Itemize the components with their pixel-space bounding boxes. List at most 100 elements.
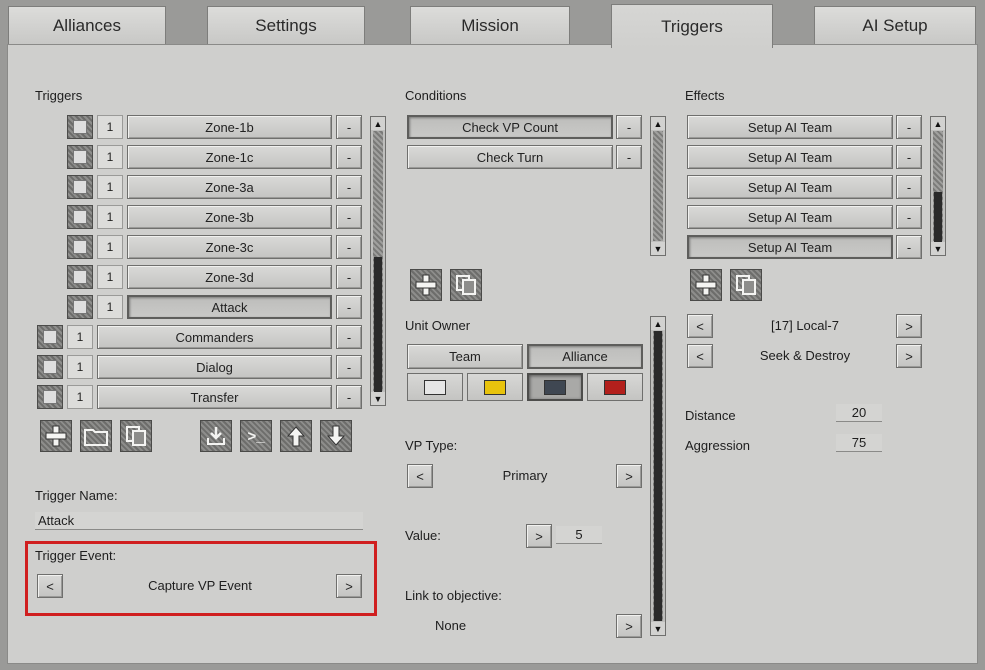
- effect-item[interactable]: Setup AI Team: [687, 235, 893, 259]
- trigger-repeat-count[interactable]: 1: [97, 115, 123, 139]
- remove-trigger-button[interactable]: -: [336, 175, 362, 199]
- remove-effect-button[interactable]: -: [896, 235, 922, 259]
- trigger-repeat-count[interactable]: 1: [97, 205, 123, 229]
- trigger-item[interactable]: Zone-3c: [127, 235, 332, 259]
- remove-effect-button[interactable]: -: [896, 205, 922, 229]
- trigger-repeat-count[interactable]: 1: [97, 265, 123, 289]
- link-objective-next-button[interactable]: >: [616, 614, 642, 638]
- add-trigger-button[interactable]: [40, 420, 72, 452]
- remove-effect-button[interactable]: -: [896, 175, 922, 199]
- console-button[interactable]: >_: [240, 420, 272, 452]
- scroll-down-icon[interactable]: ▼: [371, 392, 385, 405]
- owner-color-swatch[interactable]: [527, 373, 583, 401]
- condition-details-scrollbar[interactable]: ▲ ▼: [650, 316, 666, 636]
- remove-trigger-button[interactable]: -: [336, 115, 362, 139]
- trigger-enable-checkbox[interactable]: [67, 265, 93, 289]
- trigger-item[interactable]: Commanders: [97, 325, 332, 349]
- conditions-scrollbar[interactable]: ▲ ▼: [650, 116, 666, 256]
- scroll-down-icon[interactable]: ▼: [651, 622, 665, 635]
- owner-color-swatch[interactable]: [587, 373, 643, 401]
- vp-type-next-button[interactable]: >: [616, 464, 642, 488]
- trigger-item[interactable]: Zone-3a: [127, 175, 332, 199]
- remove-trigger-button[interactable]: -: [336, 205, 362, 229]
- effect-item[interactable]: Setup AI Team: [687, 205, 893, 229]
- order-prev-button[interactable]: <: [687, 344, 713, 368]
- remove-trigger-button[interactable]: -: [336, 325, 362, 349]
- remove-trigger-button[interactable]: -: [336, 145, 362, 169]
- effect-item[interactable]: Setup AI Team: [687, 145, 893, 169]
- scroll-thumb[interactable]: [654, 331, 662, 621]
- remove-trigger-button[interactable]: -: [336, 235, 362, 259]
- remove-trigger-button[interactable]: -: [336, 355, 362, 379]
- move-down-button[interactable]: [320, 420, 352, 452]
- trigger-repeat-count[interactable]: 1: [97, 295, 123, 319]
- order-next-button[interactable]: >: [896, 344, 922, 368]
- trigger-item[interactable]: Transfer: [97, 385, 332, 409]
- trigger-enable-checkbox[interactable]: [67, 295, 93, 319]
- value-input[interactable]: 5: [556, 526, 602, 544]
- scroll-down-icon[interactable]: ▼: [931, 242, 945, 255]
- remove-trigger-button[interactable]: -: [336, 295, 362, 319]
- trigger-enable-checkbox[interactable]: [67, 145, 93, 169]
- scroll-thumb[interactable]: [374, 257, 382, 393]
- event-next-button[interactable]: >: [336, 574, 362, 598]
- copy-trigger-button[interactable]: [120, 420, 152, 452]
- remove-trigger-button[interactable]: -: [336, 385, 362, 409]
- folder-button[interactable]: [80, 420, 112, 452]
- trigger-item[interactable]: Dialog: [97, 355, 332, 379]
- scroll-down-icon[interactable]: ▼: [651, 242, 665, 255]
- trigger-enable-checkbox[interactable]: [67, 175, 93, 199]
- trigger-repeat-count[interactable]: 1: [67, 385, 93, 409]
- import-button[interactable]: [200, 420, 232, 452]
- remove-trigger-button[interactable]: -: [336, 265, 362, 289]
- trigger-name-input[interactable]: Attack: [35, 512, 363, 530]
- remove-effect-button[interactable]: -: [896, 115, 922, 139]
- remove-condition-button[interactable]: -: [616, 145, 642, 169]
- scroll-up-icon[interactable]: ▲: [371, 117, 385, 130]
- copy-condition-button[interactable]: [450, 269, 482, 301]
- condition-item[interactable]: Check VP Count: [407, 115, 613, 139]
- trigger-item[interactable]: Attack: [127, 295, 332, 319]
- move-up-button[interactable]: [280, 420, 312, 452]
- effect-item[interactable]: Setup AI Team: [687, 175, 893, 199]
- zone-prev-button[interactable]: <: [687, 314, 713, 338]
- team-button[interactable]: Team: [407, 344, 523, 369]
- copy-effect-button[interactable]: [730, 269, 762, 301]
- remove-effect-button[interactable]: -: [896, 145, 922, 169]
- trigger-enable-checkbox[interactable]: [67, 205, 93, 229]
- value-increment-button[interactable]: >: [526, 524, 552, 548]
- trigger-item[interactable]: Zone-1b: [127, 115, 332, 139]
- trigger-item[interactable]: Zone-3b: [127, 205, 332, 229]
- effects-scrollbar[interactable]: ▲ ▼: [930, 116, 946, 256]
- remove-condition-button[interactable]: -: [616, 115, 642, 139]
- trigger-item[interactable]: Zone-1c: [127, 145, 332, 169]
- trigger-enable-checkbox[interactable]: [37, 325, 63, 349]
- trigger-enable-checkbox[interactable]: [67, 115, 93, 139]
- alliance-button[interactable]: Alliance: [527, 344, 643, 369]
- vp-type-prev-button[interactable]: <: [407, 464, 433, 488]
- trigger-enable-checkbox[interactable]: [67, 235, 93, 259]
- scroll-up-icon[interactable]: ▲: [651, 117, 665, 130]
- event-prev-button[interactable]: <: [37, 574, 63, 598]
- scroll-up-icon[interactable]: ▲: [651, 317, 665, 330]
- distance-input[interactable]: 20: [836, 404, 882, 422]
- scroll-thumb[interactable]: [934, 192, 942, 242]
- scroll-up-icon[interactable]: ▲: [931, 117, 945, 130]
- zone-next-button[interactable]: >: [896, 314, 922, 338]
- trigger-enable-checkbox[interactable]: [37, 385, 63, 409]
- trigger-enable-checkbox[interactable]: [37, 355, 63, 379]
- add-effect-button[interactable]: [690, 269, 722, 301]
- aggression-input[interactable]: 75: [836, 434, 882, 452]
- condition-item[interactable]: Check Turn: [407, 145, 613, 169]
- trigger-repeat-count[interactable]: 1: [97, 235, 123, 259]
- trigger-repeat-count[interactable]: 1: [67, 355, 93, 379]
- add-condition-button[interactable]: [410, 269, 442, 301]
- trigger-item[interactable]: Zone-3d: [127, 265, 332, 289]
- owner-color-swatch[interactable]: [407, 373, 463, 401]
- triggers-scrollbar[interactable]: ▲ ▼: [370, 116, 386, 406]
- trigger-repeat-count[interactable]: 1: [97, 175, 123, 199]
- effect-item[interactable]: Setup AI Team: [687, 115, 893, 139]
- owner-color-swatch[interactable]: [467, 373, 523, 401]
- trigger-repeat-count[interactable]: 1: [67, 325, 93, 349]
- trigger-repeat-count[interactable]: 1: [97, 145, 123, 169]
